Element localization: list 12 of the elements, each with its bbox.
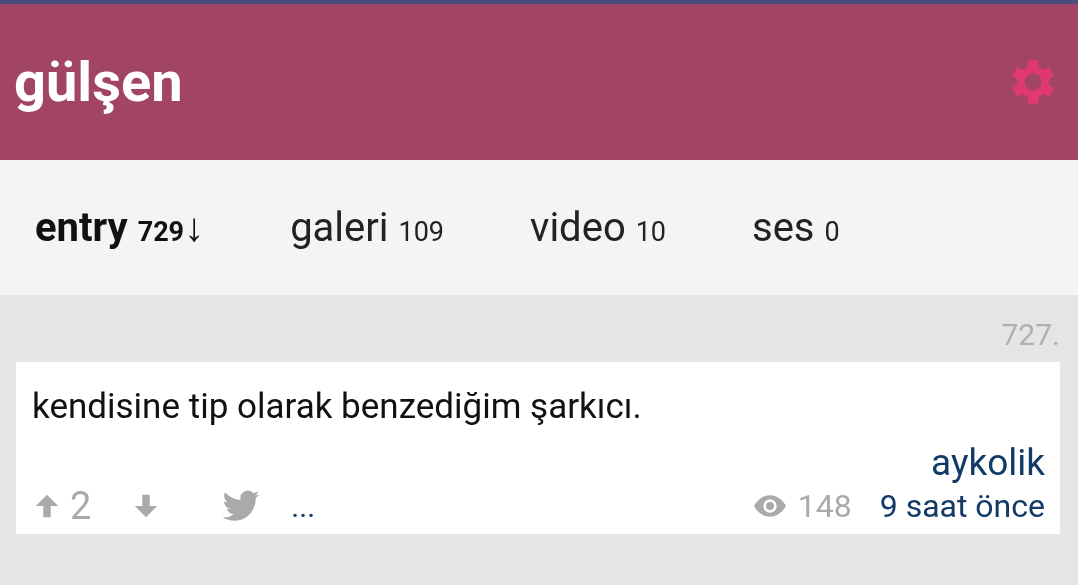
eye-icon <box>753 495 786 517</box>
tab[interactable]: ses 0 <box>752 204 840 251</box>
tab[interactable]: video 10 <box>530 204 666 251</box>
entry-text: kendisine tip olarak benzediğim şarkıcı. <box>32 386 643 427</box>
author-link[interactable]: aykolik <box>931 441 1045 484</box>
tab[interactable]: galeri 109 <box>290 204 444 251</box>
entry-time[interactable]: 9 saat önce <box>879 487 1045 525</box>
more-button[interactable]: ... <box>291 488 316 524</box>
upvote-count: 2 <box>70 484 92 528</box>
view-count: 148 <box>797 487 852 525</box>
page-title: gülşen <box>14 49 183 115</box>
tab[interactable]: entry 729↓ <box>35 204 205 251</box>
